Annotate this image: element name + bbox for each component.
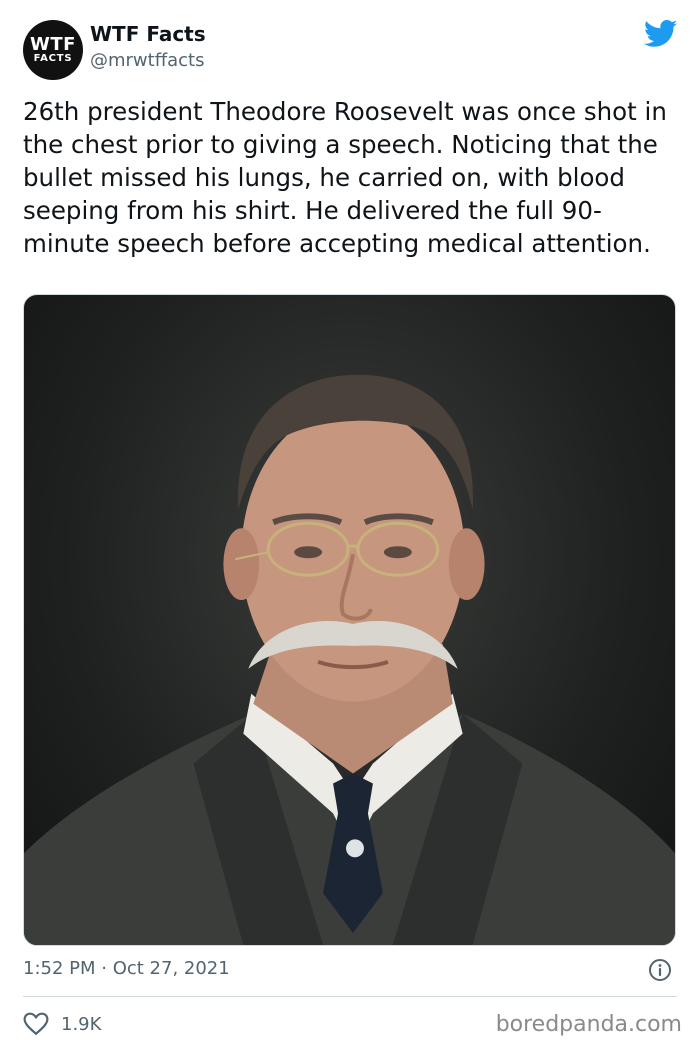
like-count: 1.9K	[61, 1013, 102, 1035]
watermark: boredpanda.com	[495, 1012, 682, 1037]
avatar-text-line1: WTF	[30, 33, 76, 55]
tweet-timestamp[interactable]: 1:52 PM · Oct 27, 2021	[23, 958, 230, 979]
like-button[interactable]: 1.9K	[23, 1012, 101, 1036]
tweet-photo[interactable]	[23, 294, 676, 946]
avatar-text-line2: FACTS	[33, 52, 73, 64]
display-name[interactable]: WTF Facts	[90, 22, 206, 46]
divider	[23, 996, 677, 997]
tweet-text: 26th president Theodore Roosevelt was on…	[23, 97, 667, 258]
info-icon[interactable]	[648, 958, 672, 982]
tweet-card: WTF FACTS WTF Facts @mrwtffacts 26th pre…	[0, 0, 700, 1049]
user-handle[interactable]: @mrwtffacts	[90, 50, 204, 71]
avatar[interactable]: WTF FACTS	[23, 20, 83, 80]
portrait-illustration	[24, 374, 675, 945]
heart-icon	[23, 1012, 49, 1036]
twitter-bird-icon[interactable]	[644, 20, 678, 48]
